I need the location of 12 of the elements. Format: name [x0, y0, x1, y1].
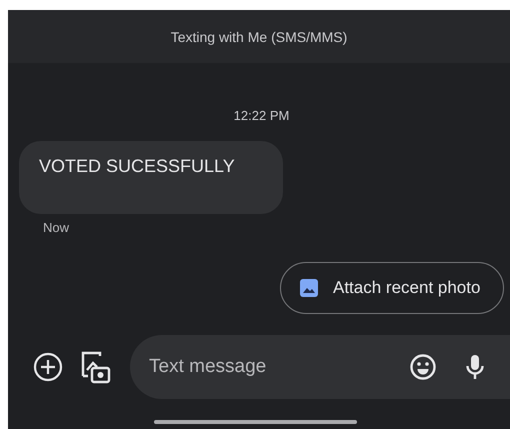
message-field[interactable]: Text message — [147, 355, 409, 379]
message-bubble: VOTED SUCESSFULLY — [19, 141, 283, 214]
image-icon — [299, 278, 319, 298]
attach-photo-chip[interactable]: Attach recent photo — [280, 262, 504, 314]
conversation-title: Texting with Me (SMS/MMS) — [170, 28, 348, 44]
emoji-button[interactable] — [409, 353, 437, 381]
microphone-button[interactable] — [465, 353, 485, 381]
message-field[interactable]: Text message — [130, 335, 510, 399]
message-time: Now — [43, 220, 70, 235]
gallery-button[interactable] — [80, 350, 112, 384]
timestamp: 12:22 PM — [234, 108, 290, 123]
add-button[interactable] — [33, 352, 63, 382]
